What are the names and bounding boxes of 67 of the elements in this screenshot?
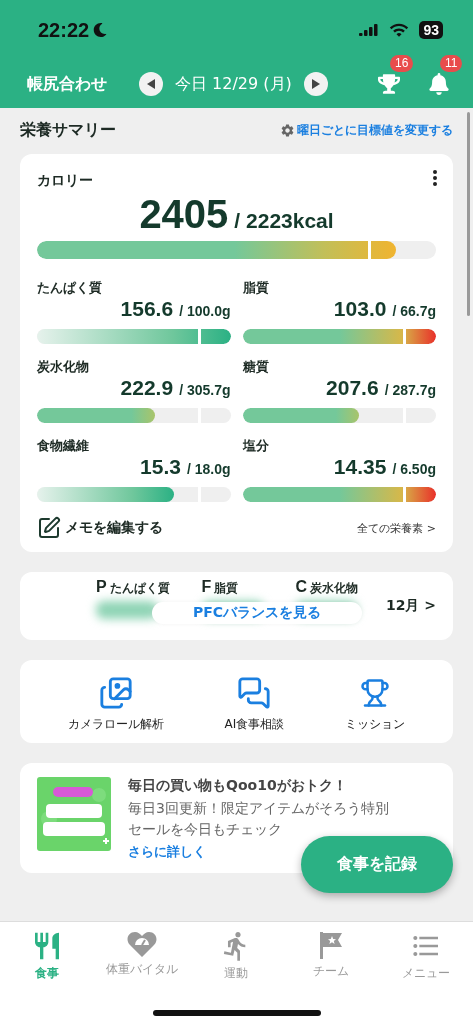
nutrient-label: たんぱく質: [37, 279, 103, 297]
nutrient-value: 14.35: [333, 455, 387, 479]
ad-title: 毎日の買い物もQoo10がおトク！: [128, 777, 347, 795]
nutrient-target: / 100.0g: [179, 303, 231, 319]
nav-tab[interactable]: 運動: [191, 930, 282, 982]
status-time: 22:22: [38, 18, 90, 42]
count-badge: 16: [390, 55, 414, 72]
ad-description: 毎日3回更新！限定アイテムがそろう特別セールを今日もチェック: [128, 799, 390, 839]
moon-icon: [93, 23, 108, 37]
record-meal-button[interactable]: 食事を記録: [301, 836, 453, 893]
nutrient-label: 脂質: [242, 279, 270, 297]
more-details-link[interactable]: さらに詳しく: [128, 843, 206, 861]
nav-tab[interactable]: 食事: [2, 930, 93, 982]
nutrient-target: / 305.7g: [179, 382, 231, 398]
shortcut-button[interactable]: ミッション: [345, 674, 406, 733]
change-goals-link[interactable]: 曜日ごとに目標値を変更する: [280, 121, 453, 139]
more-button[interactable]: [433, 170, 437, 189]
signal-icon: [359, 24, 380, 36]
calorie-label: カロリー: [37, 172, 93, 188]
next-day-button[interactable]: [303, 72, 328, 96]
settings-icon: [280, 122, 295, 138]
more-icon: [433, 170, 437, 186]
nutrient-value: 15.3: [140, 455, 181, 479]
notifications-button[interactable]: [427, 72, 451, 96]
shortcut-button[interactable]: カメラロール解析: [67, 674, 164, 733]
nutrient-target: / 6.50g: [392, 461, 436, 477]
count-badge: 11: [440, 55, 463, 72]
previous-day-button[interactable]: [139, 72, 163, 96]
shortcut-button[interactable]: AI食事相談: [224, 674, 285, 733]
trophy-icon: [378, 73, 400, 95]
month-link[interactable]: 12月 >: [385, 597, 436, 615]
nutrient-target: / 66.7g: [392, 303, 436, 319]
achievements-button[interactable]: [377, 72, 401, 96]
nutrient-label: 食物繊維: [37, 437, 90, 455]
right-arrow-icon: [311, 79, 320, 89]
nutrient-label: 塩分: [242, 437, 270, 455]
nutrient-target: / 287.7g: [384, 382, 436, 398]
flag-icon: [318, 930, 345, 960]
calorie-value: 2405: [139, 192, 229, 237]
blurred-value: [95, 601, 158, 619]
nav-tab[interactable]: チーム: [286, 930, 377, 982]
nutrient-value: 103.0: [333, 297, 387, 321]
battery-level: 93: [419, 21, 443, 39]
date-label: 今日 12/29 (月): [175, 73, 292, 95]
pfc-label: F 脂質: [201, 578, 240, 597]
all-nutrients-link[interactable]: 全ての栄養素 >: [357, 520, 436, 536]
nutrient-value: 156.6: [120, 297, 174, 321]
nav-tab[interactable]: 体重バイタル: [96, 930, 187, 982]
pfc-label: C 炭水化物: [295, 578, 358, 597]
nutrient-value: 222.9: [120, 376, 174, 400]
nutrient-label: 炭水化物: [37, 358, 90, 376]
nutrient-value: 207.6: [326, 376, 379, 400]
header-title: 帳尻合わせ: [27, 73, 108, 95]
chat-icon: [237, 676, 272, 710]
edit-icon: [37, 516, 61, 540]
images-icon: [98, 676, 133, 710]
nutrient-label: 糖質: [242, 358, 270, 376]
nav-tab[interactable]: メニュー: [380, 930, 471, 982]
left-arrow-icon: [147, 79, 155, 89]
trophy-icon: [360, 678, 391, 708]
section-title: 栄養サマリー: [20, 119, 116, 141]
bell-icon: [428, 73, 450, 95]
calorie-target: / 2223kcal: [234, 209, 334, 233]
edit-memo-button[interactable]: メモを編集する: [37, 516, 163, 540]
nutrient-target: / 18.0g: [186, 461, 231, 477]
heart-gauge-icon: [126, 930, 157, 958]
pfc-label: P たんぱく質: [95, 578, 170, 597]
